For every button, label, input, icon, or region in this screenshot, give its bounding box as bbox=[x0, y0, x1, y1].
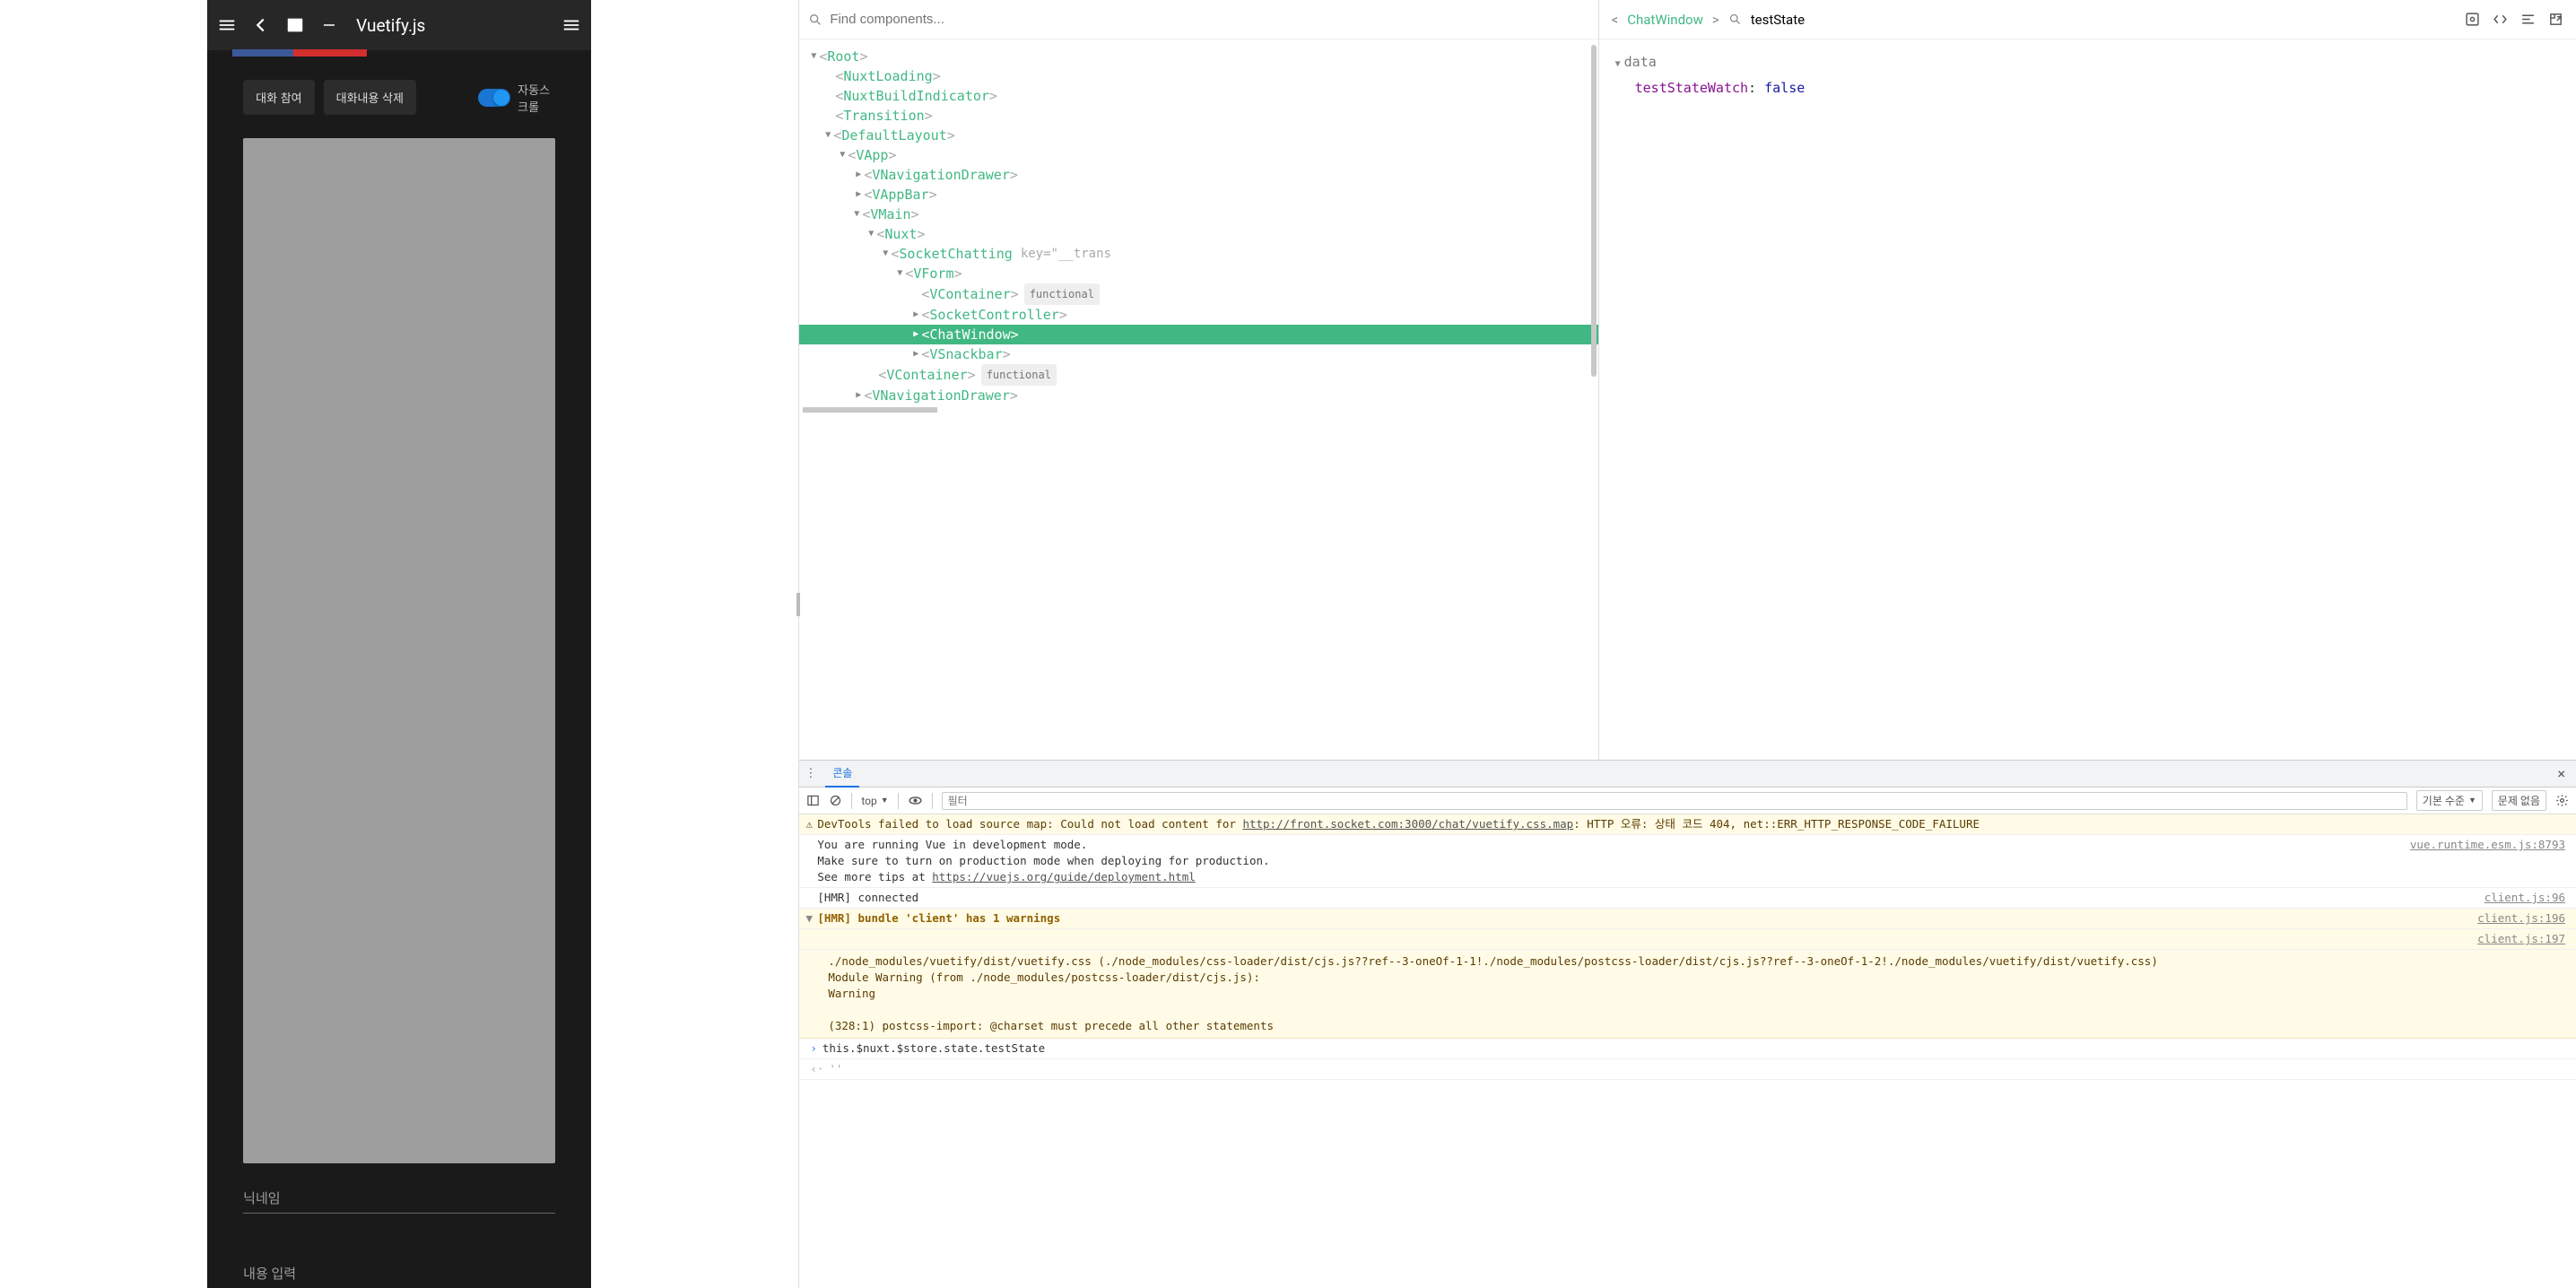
log-level-select[interactable]: 기본 수준▼ bbox=[2416, 790, 2483, 811]
expand-icon[interactable]: ▼ bbox=[803, 910, 815, 927]
console-output[interactable]: ⚠ DevTools failed to load source map: Co… bbox=[799, 814, 2576, 1288]
source-link[interactable]: client.js:197 bbox=[2465, 931, 2565, 947]
clear-chat-button[interactable]: 대화내용 삭제 bbox=[324, 80, 416, 115]
inspect-dom-icon[interactable] bbox=[2465, 12, 2480, 27]
sidebar-toggle-icon[interactable] bbox=[806, 794, 820, 807]
tree-hscroll[interactable] bbox=[803, 407, 937, 413]
data-section-heading[interactable]: data bbox=[1624, 54, 1657, 70]
selected-node-chatwindow: ▶<ChatWindow> bbox=[799, 325, 1597, 344]
app-title: Vuetify.js bbox=[356, 15, 425, 36]
tab-console[interactable]: 콘솔 bbox=[825, 760, 859, 788]
component-tree[interactable]: ▼<Root> <NuxtLoading> <NuxtBuildIndicato… bbox=[799, 39, 1597, 760]
console-warning: ▼ [HMR] bundle 'client' has 1 warnings c… bbox=[799, 909, 2576, 929]
window-icon[interactable] bbox=[284, 14, 306, 36]
join-chat-button[interactable]: 대화 참여 bbox=[243, 80, 314, 115]
drawer-close-icon[interactable]: × bbox=[2552, 765, 2571, 782]
back-icon[interactable] bbox=[250, 14, 272, 36]
mobile-frame: Vuetify.js 대화 참여 대화내용 삭제 자동스크롤 닉네임 내용 입력 bbox=[207, 0, 591, 1288]
breadcrumb-component: ChatWindow bbox=[1627, 12, 1703, 28]
console-log: You are running Vue in development mode.… bbox=[799, 835, 2576, 888]
tree-scrollbar[interactable] bbox=[1591, 45, 1597, 377]
data-filter-input[interactable] bbox=[1751, 12, 1929, 28]
clear-console-icon[interactable] bbox=[829, 794, 842, 807]
warning-icon: ⚠ bbox=[803, 816, 815, 832]
component-search-input[interactable] bbox=[830, 12, 1588, 27]
console-drawer: ⋮ 콘솔 × top▼ 기본 수준▼ 문제 없음 bbox=[799, 760, 2576, 1288]
console-warning-detail: ./node_modules/vuetify/dist/vuetify.css … bbox=[799, 950, 2576, 1039]
search-icon bbox=[808, 13, 822, 27]
autoscroll-switch[interactable] bbox=[478, 89, 510, 107]
live-expression-icon[interactable] bbox=[908, 793, 923, 808]
message-field[interactable]: 내용 입력 bbox=[243, 1258, 555, 1288]
chat-area bbox=[243, 138, 555, 1163]
mobile-preview-pane: Vuetify.js 대화 참여 대화내용 삭제 자동스크롤 닉네임 내용 입력 bbox=[0, 0, 798, 1288]
search-icon bbox=[1728, 13, 1742, 26]
format-icon[interactable] bbox=[2520, 12, 2536, 27]
console-filter-input[interactable] bbox=[942, 792, 2407, 810]
component-data-pane: <ChatWindow> ▼data testStateWatch: false bbox=[1599, 0, 2576, 760]
context-select[interactable]: top▼ bbox=[861, 795, 888, 807]
source-link[interactable]: client.js:196 bbox=[2465, 910, 2565, 927]
console-warning: ⚠ DevTools failed to load source map: Co… bbox=[799, 814, 2576, 835]
source-link[interactable]: vue.runtime.esm.js:8793 bbox=[2398, 837, 2565, 885]
autoscroll-label: 자동스크롤 bbox=[518, 81, 555, 115]
console-output-result: ‹·'' bbox=[799, 1059, 2576, 1080]
data-key: testStateWatch bbox=[1635, 80, 1748, 96]
popout-icon[interactable] bbox=[2548, 12, 2563, 27]
console-input-history: ›this.$nuxt.$store.state.testState bbox=[799, 1039, 2576, 1059]
console-settings-icon[interactable] bbox=[2555, 794, 2569, 807]
nickname-field[interactable]: 닉네임 bbox=[243, 1183, 555, 1214]
drawer-menu-icon[interactable]: ⋮ bbox=[805, 767, 816, 780]
progress-bar bbox=[232, 49, 367, 57]
open-editor-icon[interactable] bbox=[2493, 12, 2508, 27]
menu-icon[interactable] bbox=[216, 14, 238, 36]
console-warning: client.js:197 bbox=[799, 929, 2576, 950]
minimize-icon[interactable] bbox=[318, 14, 340, 36]
devtools-pane: ▼<Root> <NuxtLoading> <NuxtBuildIndicato… bbox=[798, 0, 2576, 1288]
source-link[interactable]: client.js:96 bbox=[2472, 890, 2565, 906]
issues-button[interactable]: 문제 없음 bbox=[2492, 790, 2546, 811]
app-bar: Vuetify.js bbox=[207, 0, 591, 50]
console-log: [HMR] connected client.js:96 bbox=[799, 888, 2576, 909]
component-tree-pane: ▼<Root> <NuxtLoading> <NuxtBuildIndicato… bbox=[799, 0, 1598, 760]
menu-right-icon[interactable] bbox=[561, 14, 582, 36]
data-value: false bbox=[1764, 80, 1805, 96]
